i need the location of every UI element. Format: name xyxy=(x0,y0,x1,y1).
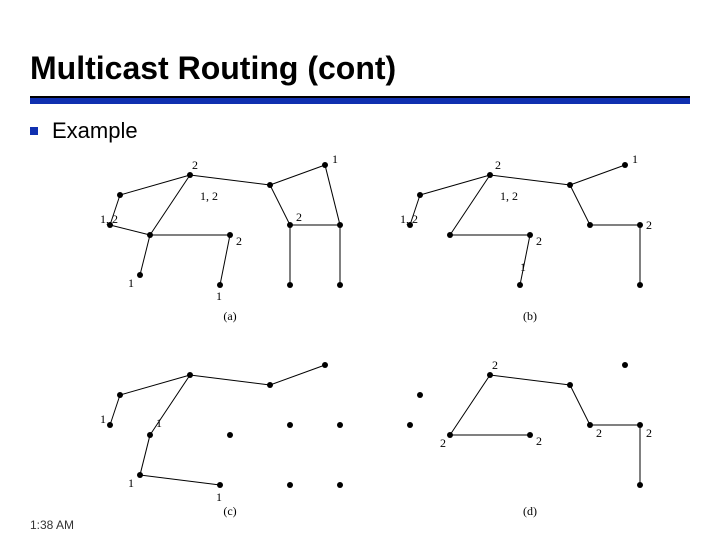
panel-c: 1 1 1 1 (c) xyxy=(100,362,343,518)
label-d-mid: 2 xyxy=(536,434,542,448)
label-a-mid-left: 2 xyxy=(192,158,198,172)
timestamp: 1:38 AM xyxy=(30,518,74,532)
label-d-midtop: 2 xyxy=(492,358,498,372)
label-a-top-right: 1 xyxy=(332,152,338,166)
label-a-bottom-left: 1 xyxy=(128,276,134,290)
label-d-right-a: 2 xyxy=(596,426,602,440)
label-c-lower-left: 1 xyxy=(128,476,134,490)
label-a-upper-mid: 1, 2 xyxy=(200,189,218,203)
network-diagram: 1 2 1, 2 1, 2 1 2 2 1 (a) 1 2 1, 2 1, xyxy=(100,155,660,515)
panel-a: 1 2 1, 2 1, 2 1 2 2 1 (a) xyxy=(100,152,343,323)
label-b-far-right: 2 xyxy=(646,218,652,232)
label-c-left-upper: 1 xyxy=(100,412,106,426)
label-c-bottom: 1 xyxy=(216,490,222,504)
label-b-left-pair: 1, 2 xyxy=(400,212,418,226)
panel-b: 1 2 1, 2 1, 2 2 2 1 (b) xyxy=(400,152,652,323)
label-b-mid-left: 2 xyxy=(495,158,501,172)
caption-d: (d) xyxy=(523,504,537,518)
panel-d: 2 2 2 2 2 (d) xyxy=(407,358,652,518)
label-b-top-right: 1 xyxy=(632,152,638,166)
title-rule-bottom xyxy=(30,98,690,104)
label-c-mid: 1 xyxy=(156,416,162,430)
bullet-row: Example xyxy=(30,118,138,144)
label-b-upper-mid: 1, 2 xyxy=(500,189,518,203)
page-title: Multicast Routing (cont) xyxy=(30,50,396,87)
caption-c: (c) xyxy=(223,504,236,518)
bullet-label: Example xyxy=(52,118,138,144)
label-a-right: 2 xyxy=(296,210,302,224)
caption-b: (b) xyxy=(523,309,537,323)
label-a-lower: 1 xyxy=(216,289,222,303)
label-a-left-pair: 1, 2 xyxy=(100,212,118,226)
caption-a: (a) xyxy=(223,309,236,323)
bullet-icon xyxy=(30,127,38,135)
label-d-left: 2 xyxy=(440,436,446,450)
label-d-right-b: 2 xyxy=(646,426,652,440)
diagram-container: 1 2 1, 2 1, 2 1 2 2 1 (a) 1 2 1, 2 1, xyxy=(100,155,660,515)
label-a-center: 2 xyxy=(236,234,242,248)
label-b-center: 2 xyxy=(536,234,542,248)
label-b-lower: 1 xyxy=(520,260,526,274)
